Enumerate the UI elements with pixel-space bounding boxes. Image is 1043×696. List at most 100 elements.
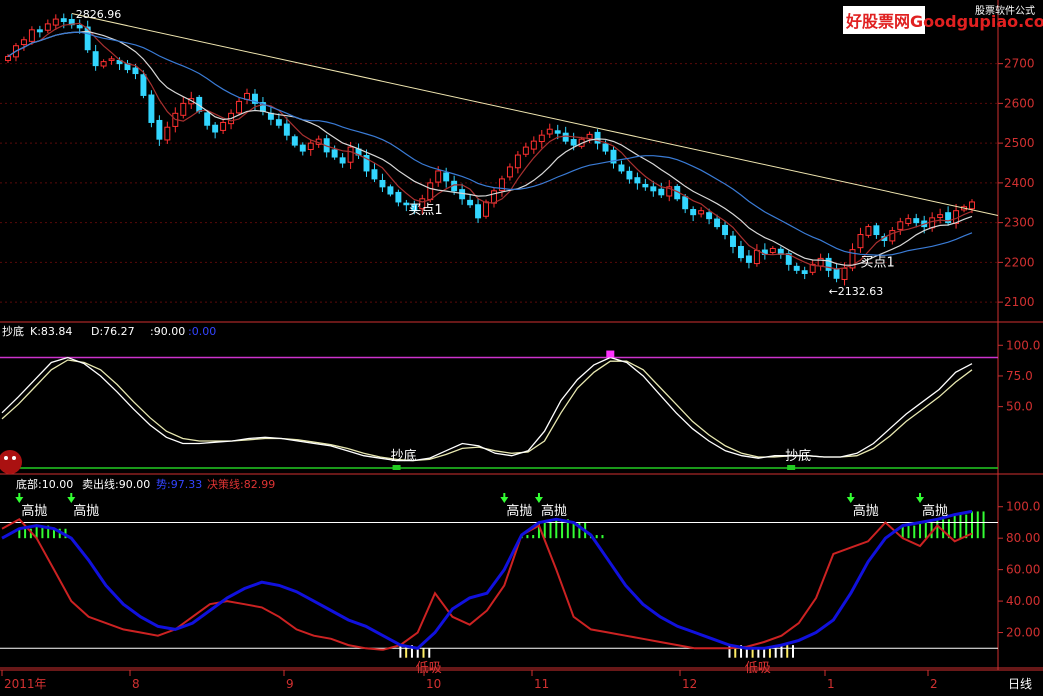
candle-body [562, 132, 569, 142]
candle [969, 199, 975, 214]
candle [761, 243, 768, 260]
decision-y-axis: 100.0 80.00 60.00 40.00 20.00 [998, 500, 1040, 640]
candle-body [873, 225, 880, 236]
candle-body [801, 270, 808, 275]
high-annotation: 2826.96 [76, 8, 122, 21]
candle [610, 146, 617, 169]
candle-body [522, 146, 529, 155]
candle [220, 118, 227, 134]
candle-body [833, 268, 840, 279]
y-tick-label: 2400 [1004, 176, 1035, 190]
buy-point-label-2: 买点1 [860, 255, 894, 270]
candle [618, 160, 625, 174]
candle [259, 97, 266, 116]
candle-body [44, 23, 51, 31]
candle-body [204, 112, 211, 126]
candle-body [913, 218, 920, 224]
candle [626, 166, 633, 184]
decision-line [1, 518, 973, 651]
candle [156, 115, 163, 146]
d-value: D:76.27 [91, 325, 135, 338]
candle-body [753, 249, 760, 265]
candle [44, 19, 51, 34]
candle-body [291, 136, 298, 146]
candle-body [180, 102, 187, 116]
candle-body [626, 170, 633, 180]
candle [244, 88, 250, 105]
high-sell-label: 高抛 [73, 503, 99, 519]
chart-canvas: 2826.96 ←2132.63 买点1 买点1 270026002500240… [0, 0, 1043, 691]
candle [905, 214, 912, 227]
high-sell-label: 高抛 [506, 503, 532, 519]
candle [498, 175, 505, 197]
high-sell-label: 高抛 [541, 503, 567, 519]
candle-body [714, 218, 721, 228]
x-tick-label: 8 [132, 677, 140, 691]
candle [745, 250, 752, 269]
candle [467, 194, 474, 208]
candle [769, 246, 776, 255]
candle [785, 250, 792, 271]
candle [881, 233, 888, 247]
candle [180, 97, 187, 119]
level-value: :90.00 [150, 325, 185, 338]
candle-body [506, 166, 513, 178]
candle-body [212, 124, 219, 133]
y-tick-label: 2100 [1004, 295, 1035, 309]
watermark-sub: 股票软件公式 [975, 4, 1035, 17]
base-value: 底部:10.00 [16, 477, 73, 491]
candle-body [730, 235, 736, 247]
candle-body [483, 201, 489, 217]
decision-lines [0, 509, 998, 651]
y-tick-label: 75.0 [1006, 369, 1033, 383]
y-tick-label: 20.00 [1006, 626, 1040, 640]
candle [387, 184, 394, 197]
candle-body [570, 139, 577, 146]
high-signal: 高抛 [500, 493, 532, 519]
candle [522, 142, 529, 158]
x-tick-label: 1 [827, 677, 835, 691]
high-signal: 高抛 [67, 493, 99, 519]
high-signal: 高抛 [15, 493, 47, 519]
candle [379, 173, 386, 193]
candle [164, 121, 171, 144]
y-tick-label: 100.0 [1006, 338, 1040, 352]
candle-body [658, 188, 665, 196]
bottom-signal-label: 抄底 [785, 448, 811, 464]
candle [371, 163, 378, 183]
candle [634, 172, 641, 190]
candle-body [60, 18, 67, 22]
bottom-signal-label: 抄底 [391, 448, 417, 464]
top-marker [606, 350, 615, 358]
candle-body [387, 186, 394, 195]
candle [690, 206, 697, 222]
candle-body [76, 24, 83, 29]
candle-body [5, 55, 11, 61]
candle [307, 139, 314, 156]
high-sell-label: 高抛 [853, 503, 879, 519]
low-annotation: ←2132.63 [829, 285, 884, 298]
candle-body [379, 179, 386, 188]
candle-body [937, 214, 944, 218]
candle-body [857, 234, 864, 249]
candle [124, 60, 131, 74]
y-tick-label: 2200 [1004, 255, 1035, 269]
candle-body [602, 143, 609, 152]
moving-average-lines [7, 22, 973, 270]
candle [100, 59, 107, 69]
candle-body [618, 164, 625, 172]
mascot-icon [0, 450, 22, 474]
candle [395, 189, 402, 207]
candle-body [682, 196, 689, 210]
candle-body [156, 119, 163, 140]
candle [913, 213, 920, 228]
candle [833, 263, 840, 283]
candle [777, 246, 784, 259]
candle [108, 56, 115, 65]
candle [849, 243, 856, 272]
candle-body [220, 121, 227, 131]
candle-body [132, 67, 139, 75]
sell-value: 卖出线:90.00 [82, 477, 150, 491]
candle [236, 97, 243, 116]
candle [148, 90, 155, 128]
